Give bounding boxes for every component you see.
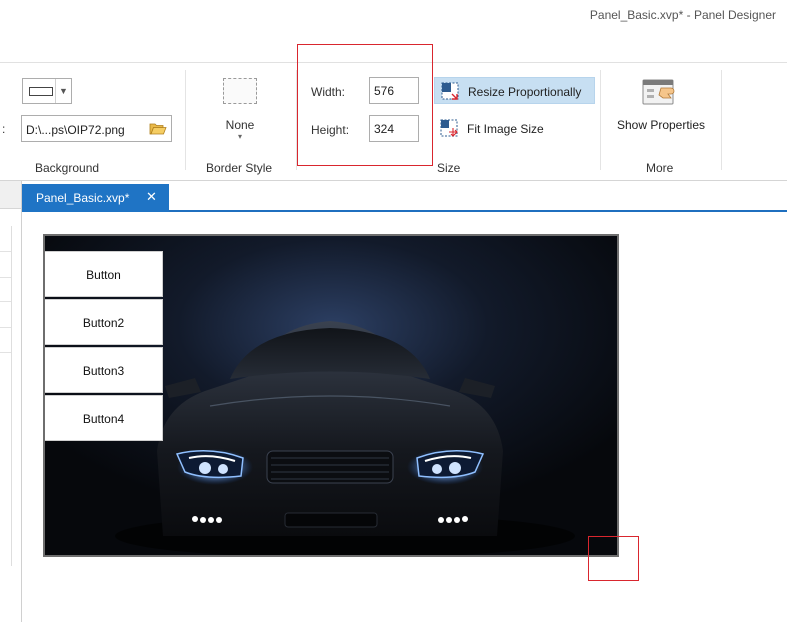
window-title: Panel_Basic.xvp* - Panel Designer [589, 8, 776, 22]
show-properties-icon [642, 79, 675, 105]
resize-proportionally-icon [441, 82, 459, 100]
background-image-label: : [2, 122, 6, 136]
fit-image-size-label: Fit Image Size [467, 122, 544, 136]
tab-panel-basic[interactable]: Panel_Basic.xvp* ✕ [22, 184, 169, 212]
size-group-label: Size [437, 161, 461, 175]
document-tab-strip: Panel_Basic.xvp* ✕ [22, 181, 787, 212]
show-properties-label: Show Properties [616, 118, 706, 132]
panel-button-4[interactable]: Button4 [45, 395, 163, 441]
fit-image-size-button[interactable]: Fit Image Size [434, 115, 595, 142]
show-properties-button[interactable]: Show Properties [608, 76, 714, 136]
dropdown-arrow-icon[interactable]: ▼ [55, 79, 71, 103]
border-style-button[interactable]: None ▾ [214, 76, 266, 146]
ribbon-separator [600, 70, 601, 170]
line-style-swatch [29, 87, 53, 96]
line-style-combo[interactable]: ▼ [22, 78, 72, 104]
background-image-path-field[interactable]: D:\...ps\OIP72.png [21, 115, 172, 142]
border-style-value: None [225, 118, 255, 132]
panel-button-3[interactable]: Button3 [45, 347, 163, 393]
left-dock-divider [11, 226, 12, 566]
border-style-group-label: Border Style [206, 161, 273, 175]
folder-open-icon[interactable] [149, 121, 167, 136]
chevron-down-icon: ▾ [237, 132, 242, 141]
ribbon-separator [721, 70, 722, 170]
resize-proportionally-button[interactable]: Resize Proportionally [434, 77, 595, 104]
ribbon-separator [185, 70, 186, 170]
left-dock-panel[interactable] [0, 181, 22, 622]
left-dock-header [0, 181, 21, 209]
panel-button-2[interactable]: Button2 [45, 299, 163, 345]
border-style-preview [223, 78, 257, 104]
background-group-label: Background [35, 161, 100, 175]
more-group-label: More [646, 161, 674, 175]
annotation-resize-handle [588, 536, 639, 581]
resize-proportionally-label: Resize Proportionally [468, 85, 582, 99]
panel-control[interactable]: Button Button2 Button3 Button4 [43, 234, 619, 557]
annotation-size-highlight [297, 44, 433, 166]
tab-label: Panel_Basic.xvp* [36, 191, 130, 205]
panel-button-1[interactable]: Button [45, 251, 163, 297]
close-icon[interactable]: ✕ [146, 189, 157, 205]
design-canvas[interactable]: Button Button2 Button3 Button4 [22, 212, 787, 622]
background-image-path-text: D:\...ps\OIP72.png [26, 123, 125, 137]
fit-image-size-icon [440, 119, 458, 137]
title-bar: Panel_Basic.xvp* - Panel Designer [0, 0, 787, 30]
